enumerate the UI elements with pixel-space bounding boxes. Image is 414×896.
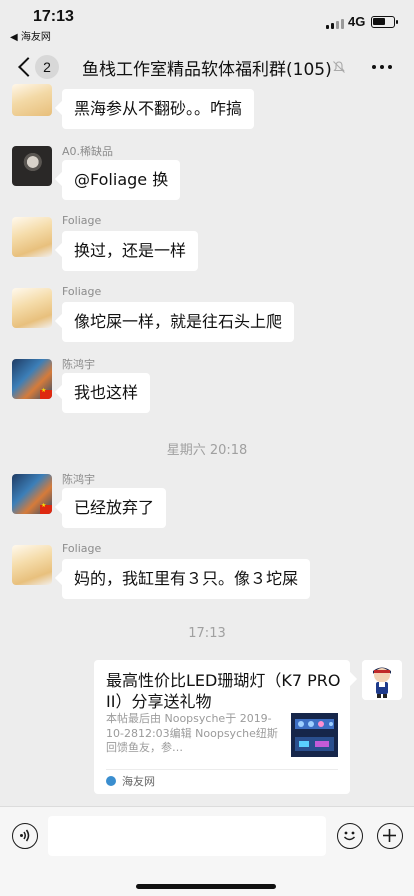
plus-icon	[383, 829, 396, 842]
avatar[interactable]	[12, 359, 52, 399]
input-bar	[0, 806, 414, 896]
my-avatar[interactable]	[362, 660, 402, 700]
message-input[interactable]	[48, 816, 326, 856]
message-bubble[interactable]: @Foliage 换	[62, 160, 181, 200]
voice-icon	[20, 829, 30, 842]
link-card-title: 最高性价比LED珊瑚灯（K7 PRO II）分享送礼物	[106, 671, 341, 711]
status-bar: 17:13 ◀ 海友网 4G	[0, 0, 414, 44]
sender-name: 陈鸿宇	[62, 358, 95, 371]
home-indicator[interactable]	[136, 884, 276, 889]
network-type: 4G	[348, 14, 366, 29]
flag-icon	[40, 502, 52, 514]
message-bubble[interactable]: 妈的，我缸里有３只。像３坨屎	[62, 559, 311, 599]
source-logo-icon	[106, 776, 116, 786]
more-options-icon[interactable]	[372, 65, 392, 70]
voice-input-button[interactable]	[12, 823, 38, 849]
sender-name: Foliage	[62, 285, 102, 298]
link-card-thumbnail	[291, 713, 338, 757]
avatar[interactable]	[12, 545, 52, 585]
sender-name: Foliage	[62, 542, 102, 555]
sender-name: 陈鸿宇	[62, 473, 95, 486]
avatar[interactable]	[12, 146, 52, 186]
link-card-description: 本帖最后由 Noopsyche于 2019-10-2812:03编辑 Noops…	[106, 712, 278, 754]
back-icon[interactable]	[16, 56, 36, 78]
back-to-app-link[interactable]: ◀ 海友网	[10, 28, 51, 43]
unread-badge[interactable]: 2	[35, 55, 59, 79]
more-functions-button[interactable]	[377, 823, 403, 849]
timestamp: 17:13	[188, 626, 226, 641]
chat-header: 2 鱼栈工作室精品软体福利群(105)	[0, 44, 414, 90]
link-card-source: 海友网	[122, 775, 155, 788]
flag-icon	[40, 387, 52, 399]
mute-icon	[333, 61, 345, 73]
avatar[interactable]	[12, 84, 52, 116]
message-bubble[interactable]: 像坨屎一样，就是往石头上爬	[62, 302, 295, 342]
chat-title: 鱼栈工作室精品软体福利群(105)	[82, 60, 332, 80]
signal-icon	[326, 18, 344, 29]
status-time: 17:13	[33, 8, 74, 25]
message-bubble[interactable]: 我也这样	[62, 373, 151, 413]
sender-name: Foliage	[62, 214, 102, 227]
link-card[interactable]: 最高性价比LED珊瑚灯（K7 PRO II）分享送礼物 本帖最后由 Noopsy…	[94, 660, 350, 794]
divider	[106, 769, 338, 770]
avatar[interactable]	[12, 474, 52, 514]
avatar[interactable]	[12, 288, 52, 328]
message-bubble[interactable]: 换过，还是一样	[62, 231, 199, 271]
emoji-button[interactable]	[337, 823, 363, 849]
message-bubble[interactable]: 黑海参从不翻砂。。咋搞	[62, 89, 255, 129]
message-bubble[interactable]: 已经放弃了	[62, 488, 167, 528]
emoji-icon	[343, 831, 356, 841]
avatar[interactable]	[12, 217, 52, 257]
timestamp: 星期六 20:18	[166, 443, 248, 458]
battery-icon	[371, 16, 398, 28]
sender-name: A0.稀缺品	[62, 145, 114, 158]
